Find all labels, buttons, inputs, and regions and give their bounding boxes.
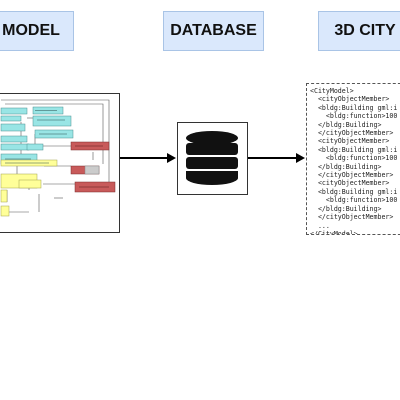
code-line: </cityObjectMember> [310, 213, 394, 222]
model-label: MODEL [0, 11, 74, 51]
uml-diagram-graphic [0, 99, 116, 217]
code-line: </bldg:Building> [310, 162, 382, 171]
database-icon [186, 131, 238, 185]
arrow-model-to-database [120, 153, 176, 163]
code-line: <CityModel> [310, 87, 354, 95]
code-line: <bldg:Building gml:i [310, 145, 398, 154]
code-line: <bldg:Building gml:i [310, 187, 398, 196]
database-label-text: DATABASE [170, 22, 257, 39]
code-line: <cityObjectMember> [310, 179, 390, 188]
code-line: </cityObjectMember> [310, 129, 394, 138]
city-label-text: 3D CITY [334, 22, 396, 39]
code-line: <bldg:function>100 [310, 112, 398, 121]
uml-diagram [0, 93, 120, 233]
arrow-database-to-city [248, 153, 305, 163]
database-node [177, 122, 248, 195]
code-line: <cityObjectMember> [310, 137, 390, 146]
model-label-text: MODEL [2, 22, 60, 39]
code-line: <bldg:Building gml:i [310, 103, 398, 112]
city-label: 3D CITY [318, 11, 400, 51]
code-line: <bldg:function>100 [310, 154, 398, 163]
database-label: DATABASE [163, 11, 264, 51]
code-line: <bldg:function>100 [310, 196, 398, 205]
code-line: </cityObjectMember> [310, 171, 394, 180]
code-line: </bldg:Building> [310, 204, 382, 213]
code-line: ... [310, 221, 330, 230]
code-lines: <CityModel> <cityObjectMember> <bldg:Bui… [310, 87, 400, 235]
code-line: <cityObjectMember> [310, 95, 390, 104]
code-line: </bldg:Building> [310, 120, 382, 129]
code-line: </CityModel> [310, 229, 358, 235]
citygml-code-panel: <CityModel> <cityObjectMember> <bldg:Bui… [306, 83, 400, 235]
